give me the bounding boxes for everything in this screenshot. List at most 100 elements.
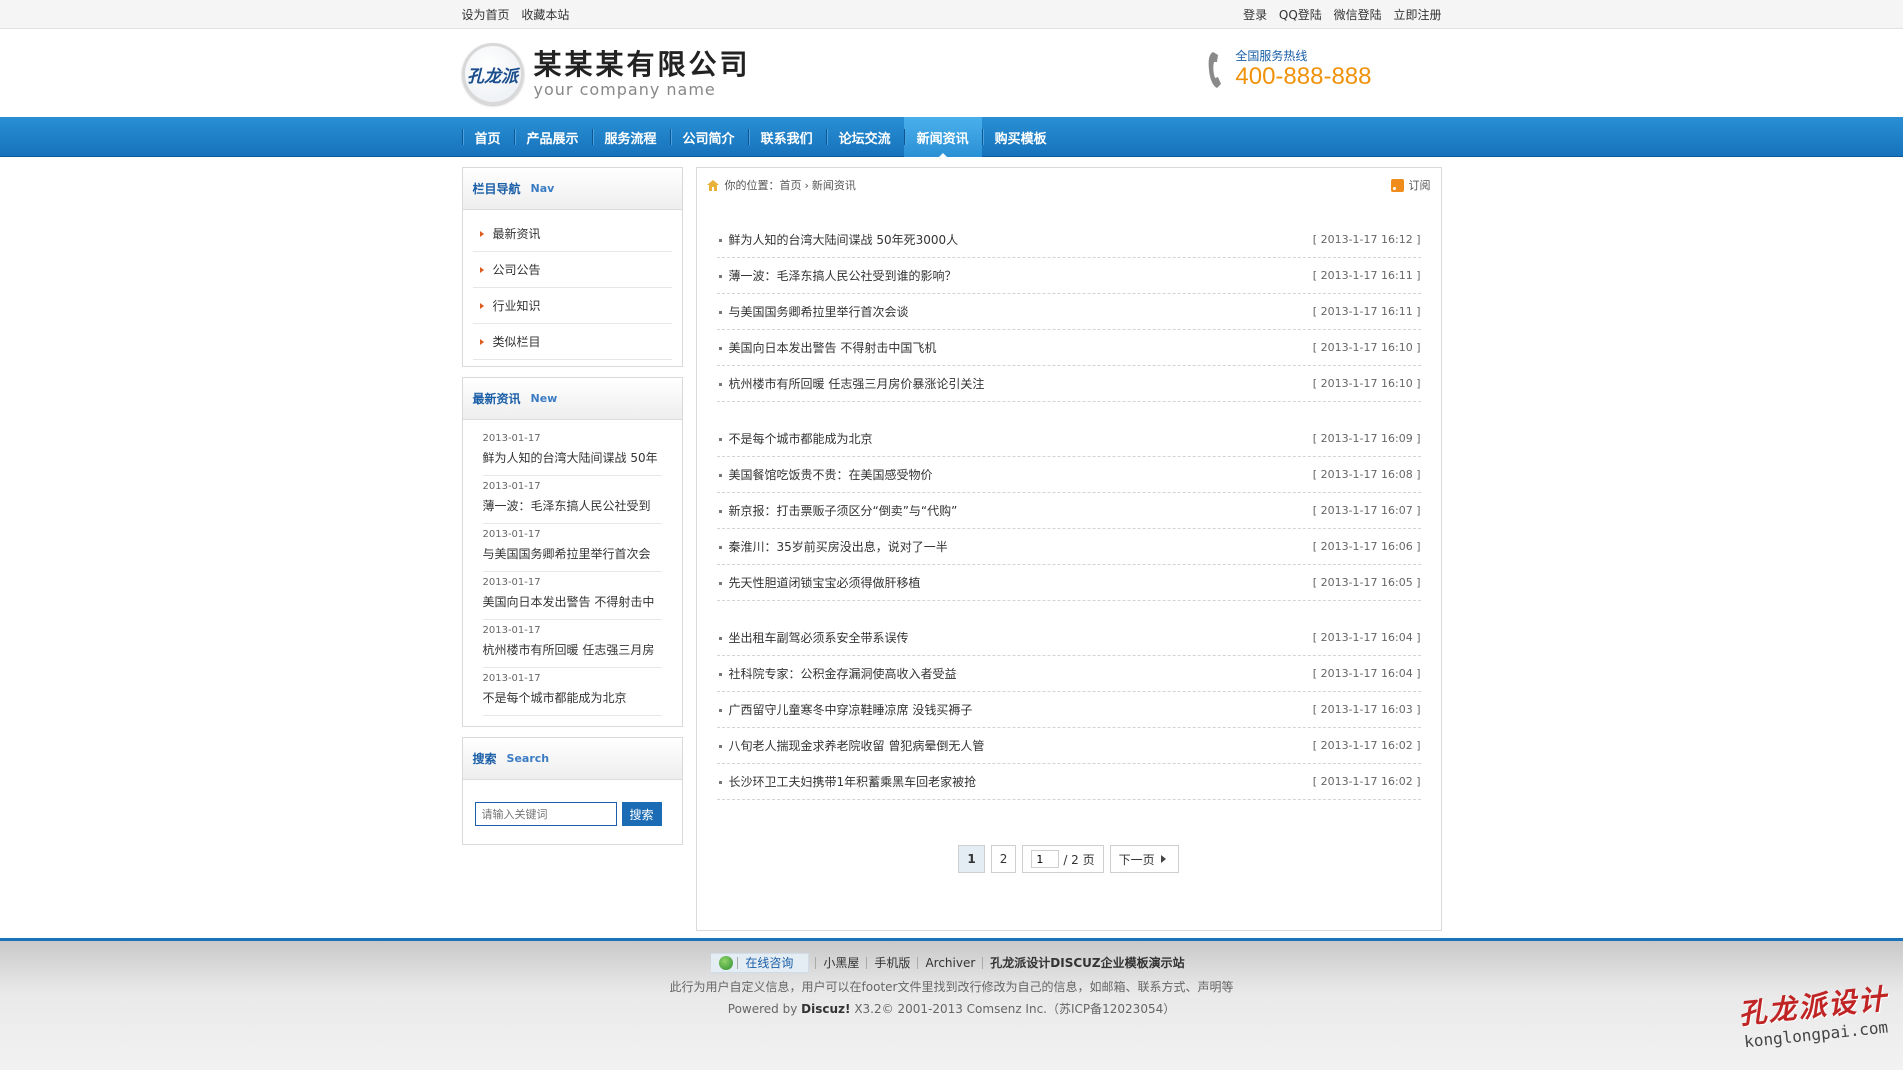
- top-bar-right: 登录 QQ登陆 微信登陆 立即注册: [1235, 6, 1441, 23]
- news-title-link[interactable]: 先天性胆道闭锁宝宝必须得做肝移植: [729, 565, 921, 600]
- news-title-link[interactable]: 与美国国务卿希拉里举行首次会谈: [729, 294, 909, 329]
- main: 栏目导航 Nav 最新资讯 公司公告 行业知识 类似栏目 最新资讯 New 20…: [0, 167, 1903, 937]
- news-title-link[interactable]: 不是每个城市都能成为北京: [729, 421, 873, 456]
- chevron-right-icon: [1160, 855, 1170, 863]
- list-item: 2013-01-17 不是每个城市都能成为北京: [482, 668, 662, 716]
- table-row: 秦淮川：35岁前买房没出息，说对了一半 [ 2013-1-17 16:06 ]: [716, 529, 1421, 565]
- header: 孔龙派 某某某有限公司 your company name 全国服务热线 400…: [0, 29, 1903, 117]
- top-bar-left: 设为首页 收藏本站: [462, 6, 578, 23]
- table-row: 先天性胆道闭锁宝宝必须得做肝移植 [ 2013-1-17 16:05 ]: [716, 565, 1421, 601]
- list-item: 2013-01-17 与美国国务卿希拉里举行首次会: [482, 524, 662, 572]
- news-title-link[interactable]: 长沙环卫工夫妇携带1年积蓄乘黑车回老家被抢: [729, 764, 977, 799]
- footer-powered: Powered by Discuz! X3.2© 2001-2013 Comse…: [727, 1002, 1176, 1016]
- table-row: 与美国国务卿希拉里举行首次会谈 [ 2013-1-17 16:11 ]: [716, 294, 1421, 330]
- news-link[interactable]: 与美国国务卿希拉里举行首次会: [483, 542, 662, 566]
- footer-site-name[interactable]: 孔龙派设计DISCUZ企业模板演示站: [982, 957, 1191, 969]
- search-input[interactable]: [474, 802, 617, 826]
- company-name: 某某某有限公司: [533, 48, 751, 81]
- category-item-industry[interactable]: 行业知识: [472, 288, 672, 324]
- news-list: 鲜为人知的台湾大陆间谍战 50年死3000人 [ 2013-1-17 16:12 …: [697, 202, 1441, 800]
- news-link[interactable]: 不是每个城市都能成为北京: [483, 686, 662, 710]
- page-total: / 2 页: [1063, 852, 1095, 867]
- footer-link-blacklist[interactable]: 小黑屋: [815, 957, 866, 969]
- nav-about[interactable]: 公司简介: [669, 117, 748, 157]
- news-title-link[interactable]: 美国向日本发出警告 不得射击中国飞机: [729, 330, 937, 365]
- table-row: 鲜为人知的台湾大陆间谍战 50年死3000人 [ 2013-1-17 16:12 …: [716, 222, 1421, 258]
- nav-contact[interactable]: 联系我们: [747, 117, 826, 157]
- nav-news[interactable]: 新闻资讯: [903, 117, 982, 158]
- category-nav-header: 栏目导航 Nav: [462, 168, 682, 210]
- footer: 在线咨询 小黑屋 手机版 Archiver 孔龙派设计DISCUZ企业模板演示站…: [0, 938, 1903, 1070]
- news-date: [ 2013-1-17 16:06 ]: [1312, 540, 1421, 553]
- category-nav-box: 栏目导航 Nav 最新资讯 公司公告 行业知识 类似栏目: [461, 167, 683, 367]
- logo[interactable]: 孔龙派 某某某有限公司 your company name: [461, 43, 751, 105]
- news-title-link[interactable]: 美国餐馆吃饭贵不贵：在美国感受物价: [729, 457, 933, 492]
- news-date: 2013-01-17: [482, 433, 541, 444]
- main-nav: 首页 产品展示 服务流程 公司简介 联系我们 论坛交流 新闻资讯 购买模板: [0, 117, 1903, 158]
- news-date: [ 2013-1-17 16:11 ]: [1312, 269, 1421, 282]
- news-title-link[interactable]: 杭州楼市有所回暖 任志强三月房价暴涨论引关注: [729, 366, 985, 401]
- sidebar: 栏目导航 Nav 最新资讯 公司公告 行业知识 类似栏目 最新资讯 New 20…: [461, 167, 683, 931]
- news-link[interactable]: 薄一波：毛泽东搞人民公社受到: [483, 494, 662, 518]
- discuz-link[interactable]: Discuz!: [801, 1002, 850, 1016]
- news-date: [ 2013-1-17 16:08 ]: [1312, 468, 1421, 481]
- footer-link-archiver[interactable]: Archiver: [917, 957, 982, 969]
- news-link[interactable]: 鲜为人知的台湾大陆间谍战 50年: [483, 446, 662, 470]
- news-title-link[interactable]: 薄一波：毛泽东搞人民公社受到谁的影响？: [729, 258, 957, 293]
- next-page-button[interactable]: 下一页: [1109, 845, 1179, 873]
- list-item: 2013-01-17 杭州楼市有所回暖 任志强三月房: [482, 620, 662, 668]
- category-item-similar[interactable]: 类似栏目: [472, 324, 672, 360]
- breadcrumb: 你的位置： 首页 › 新闻资讯 订阅: [697, 168, 1441, 202]
- table-row: 八旬老人揣现金求养老院收留 曾犯病晕倒无人管 [ 2013-1-17 16:02 …: [716, 728, 1421, 764]
- news-title-link[interactable]: 八旬老人揣现金求养老院收留 曾犯病晕倒无人管: [729, 728, 985, 763]
- news-title-link[interactable]: 广西留守儿童寒冬中穿凉鞋睡凉席 没钱买褥子: [729, 692, 973, 727]
- qq-login-link[interactable]: QQ登陆: [1279, 8, 1322, 22]
- nav-service-process[interactable]: 服务流程: [591, 117, 670, 157]
- hotline-label: 全国服务热线: [1235, 49, 1308, 63]
- news-title-link[interactable]: 新京报：打击票贩子须区分“倒卖”与“代购”: [729, 493, 958, 528]
- category-item-announcements[interactable]: 公司公告: [472, 252, 672, 288]
- latest-news-box: 最新资讯 New 2013-01-17 鲜为人知的台湾大陆间谍战 50年 201…: [461, 377, 683, 727]
- home-icon: [706, 179, 719, 191]
- login-link[interactable]: 登录: [1243, 8, 1267, 22]
- page-jump-input[interactable]: [1031, 850, 1060, 868]
- hotline: 全国服务热线 400-888-888: [1207, 49, 1372, 91]
- nav-products[interactable]: 产品展示: [513, 117, 592, 157]
- set-homepage-link[interactable]: 设为首页: [462, 8, 510, 22]
- list-item: 2013-01-17 薄一波：毛泽东搞人民公社受到: [482, 476, 662, 524]
- news-date: [ 2013-1-17 16:05 ]: [1312, 576, 1421, 589]
- bookmark-link[interactable]: 收藏本站: [521, 8, 569, 22]
- category-item-latest-news[interactable]: 最新资讯: [472, 216, 672, 252]
- news-date: [ 2013-1-17 16:10 ]: [1312, 377, 1421, 390]
- nav-home[interactable]: 首页: [461, 117, 514, 157]
- news-title-link[interactable]: 社科院专家：公积金存漏洞使高收入者受益: [729, 656, 957, 691]
- breadcrumb-current[interactable]: 新闻资讯: [812, 177, 856, 193]
- rss-icon: [1390, 178, 1404, 192]
- search-box: 搜索 Search 搜索: [461, 737, 683, 845]
- table-row: 长沙环卫工夫妇携带1年积蓄乘黑车回老家被抢 [ 2013-1-17 16:02 ]: [716, 764, 1421, 800]
- table-row: 美国餐馆吃饭贵不贵：在美国感受物价 [ 2013-1-17 16:08 ]: [716, 457, 1421, 493]
- page-2-button[interactable]: 2: [990, 845, 1017, 873]
- news-link[interactable]: 杭州楼市有所回暖 任志强三月房: [483, 638, 662, 662]
- table-row: 杭州楼市有所回暖 任志强三月房价暴涨论引关注 [ 2013-1-17 16:10 …: [716, 366, 1421, 402]
- news-title-link[interactable]: 鲜为人知的台湾大陆间谍战 50年死3000人: [729, 222, 959, 257]
- breadcrumb-home[interactable]: 首页: [780, 177, 802, 193]
- online-consult-button[interactable]: 在线咨询: [711, 953, 810, 973]
- page-1-button[interactable]: 1: [958, 845, 985, 873]
- chat-icon: [719, 956, 734, 970]
- news-link[interactable]: 美国向日本发出警告 不得射击中: [483, 590, 662, 614]
- register-link[interactable]: 立即注册: [1393, 8, 1441, 22]
- rss-subscribe[interactable]: 订阅: [1390, 177, 1431, 193]
- footer-link-mobile[interactable]: 手机版: [866, 957, 917, 969]
- news-date: 2013-01-17: [482, 481, 541, 492]
- footer-links: 在线咨询 小黑屋 手机版 Archiver 孔龙派设计DISCUZ企业模板演示站: [0, 953, 1903, 973]
- nav-buy-template[interactable]: 购买模板: [981, 117, 1060, 157]
- search-button[interactable]: 搜索: [621, 802, 662, 826]
- news-date: [ 2013-1-17 16:10 ]: [1312, 341, 1421, 354]
- news-title-link[interactable]: 秦淮川：35岁前买房没出息，说对了一半: [729, 529, 948, 564]
- pagination: 1 2 / 2 页 下一页: [697, 845, 1441, 873]
- hotline-number: 400-888-888: [1235, 63, 1372, 90]
- wechat-login-link[interactable]: 微信登陆: [1334, 8, 1382, 22]
- news-title-link[interactable]: 坐出租车副驾必须系安全带系误传: [729, 620, 909, 655]
- nav-forum[interactable]: 论坛交流: [825, 117, 904, 157]
